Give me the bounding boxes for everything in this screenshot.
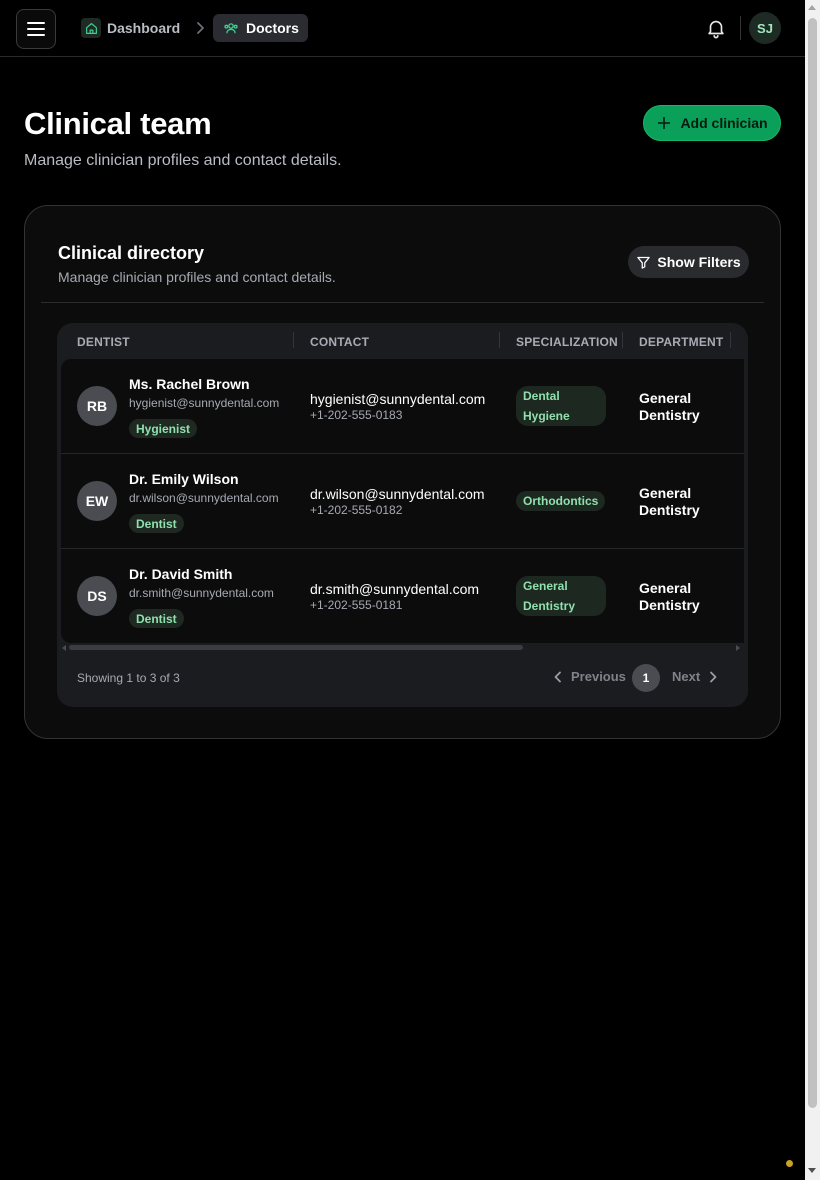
- clinical-directory-card: Clinical directory Manage clinician prof…: [24, 205, 781, 739]
- menu-button[interactable]: [16, 9, 56, 49]
- breadcrumb-doctors[interactable]: Doctors: [213, 14, 308, 42]
- scroll-up-arrow[interactable]: [808, 5, 816, 10]
- card-title: Clinical directory: [58, 243, 205, 263]
- department: General Dentistry: [639, 485, 700, 518]
- table-body: RB Ms. Rachel Brown hygienist@sunnydenta…: [61, 359, 744, 643]
- specialization-badge: General Dentistry: [516, 576, 606, 616]
- card-subtitle: Manage clinician profiles and contact de…: [58, 269, 336, 285]
- breadcrumb-label: Dashboard: [107, 20, 181, 36]
- column-header-department[interactable]: DEPARTMENT: [639, 335, 723, 349]
- hamburger-icon: [27, 34, 45, 36]
- breadcrumb-label: Doctors: [246, 20, 299, 36]
- clinician-email: hygienist@sunnydental.com: [129, 396, 280, 410]
- column-header-specialization[interactable]: SPECIALIZATION: [516, 335, 618, 349]
- page-scrollbar-thumb[interactable]: [808, 18, 817, 1108]
- scroll-right-arrow[interactable]: [736, 645, 740, 651]
- scroll-left-arrow[interactable]: [62, 645, 66, 651]
- department: General Dentistry: [639, 580, 700, 613]
- contact-phone: +1-202-555-0181: [310, 598, 403, 612]
- hamburger-icon: [27, 28, 45, 30]
- column-divider: [293, 332, 294, 348]
- contact-email: dr.smith@sunnydental.com: [310, 581, 480, 597]
- role-badge: Dentist: [129, 514, 184, 533]
- contact-phone: +1-202-555-0182: [310, 503, 403, 517]
- role-badge: Hygienist: [129, 419, 198, 438]
- breadcrumb-dashboard[interactable]: Dashboard: [78, 14, 186, 42]
- add-clinician-label: Add clinician: [680, 115, 768, 131]
- contact-phone: +1-202-555-0183: [310, 408, 403, 422]
- top-bar: Dashboard Doctors SJ: [0, 0, 805, 57]
- clinician-table: DENTIST CONTACT SPECIALIZATION DEPARTMEN…: [57, 323, 748, 707]
- table-row[interactable]: EW Dr. Emily Wilson dr.wilson@sunnydenta…: [61, 454, 744, 549]
- column-header-contact[interactable]: CONTACT: [310, 335, 369, 349]
- divider: [41, 302, 764, 303]
- avatar: RB: [77, 386, 117, 426]
- bell-icon[interactable]: [705, 17, 727, 39]
- user-avatar[interactable]: SJ: [749, 12, 781, 44]
- page-subtitle: Manage clinician profiles and contact de…: [24, 152, 342, 169]
- clinician-name: Ms. Rachel Brown: [129, 376, 250, 392]
- divider: [740, 16, 741, 40]
- users-icon: [221, 18, 241, 38]
- next-page-button[interactable]: Next: [672, 669, 718, 684]
- page-title: Clinical team: [24, 106, 212, 141]
- clinician-name: Dr. Emily Wilson: [129, 471, 239, 487]
- department: General Dentistry: [639, 390, 700, 423]
- page-number-button[interactable]: 1: [632, 664, 660, 692]
- avatar: EW: [77, 481, 117, 521]
- status-dot-icon: [786, 1160, 793, 1167]
- next-label: Next: [672, 669, 701, 684]
- contact-email: hygienist@sunnydental.com: [310, 391, 486, 407]
- home-icon: [81, 18, 101, 38]
- column-header-dentist[interactable]: DENTIST: [77, 335, 130, 349]
- table-row[interactable]: DS Dr. David Smith dr.smith@sunnydental.…: [61, 549, 744, 644]
- specialization-badge: Orthodontics: [516, 491, 606, 511]
- role-badge: Dentist: [129, 609, 184, 628]
- clinician-email: dr.wilson@sunnydental.com: [129, 491, 279, 505]
- previous-label: Previous: [571, 669, 626, 684]
- show-filters-button[interactable]: Show Filters: [628, 246, 749, 278]
- previous-page-button[interactable]: Previous: [553, 669, 626, 684]
- column-divider: [730, 332, 731, 348]
- contact-email: dr.wilson@sunnydental.com: [310, 486, 485, 502]
- chevron-right-icon: [197, 22, 204, 34]
- show-filters-label: Show Filters: [657, 254, 741, 270]
- table-row[interactable]: RB Ms. Rachel Brown hygienist@sunnydenta…: [61, 359, 744, 454]
- chevron-left-icon: [554, 671, 561, 682]
- column-divider: [622, 332, 623, 348]
- hamburger-icon: [27, 22, 45, 24]
- table-header: DENTIST CONTACT SPECIALIZATION DEPARTMEN…: [57, 323, 748, 359]
- clinician-name: Dr. David Smith: [129, 566, 233, 582]
- column-divider: [499, 332, 500, 348]
- specialization-badge: Dental Hygiene: [516, 386, 606, 426]
- horizontal-scrollbar[interactable]: [69, 645, 523, 650]
- plus-icon: [658, 116, 671, 130]
- avatar: DS: [77, 576, 117, 616]
- scroll-down-arrow[interactable]: [808, 1168, 816, 1173]
- filter-icon: [637, 256, 651, 269]
- chevron-right-icon: [710, 671, 717, 682]
- clinician-email: dr.smith@sunnydental.com: [129, 586, 274, 600]
- pagination-summary: Showing 1 to 3 of 3: [77, 671, 180, 685]
- add-clinician-button[interactable]: Add clinician: [643, 105, 781, 141]
